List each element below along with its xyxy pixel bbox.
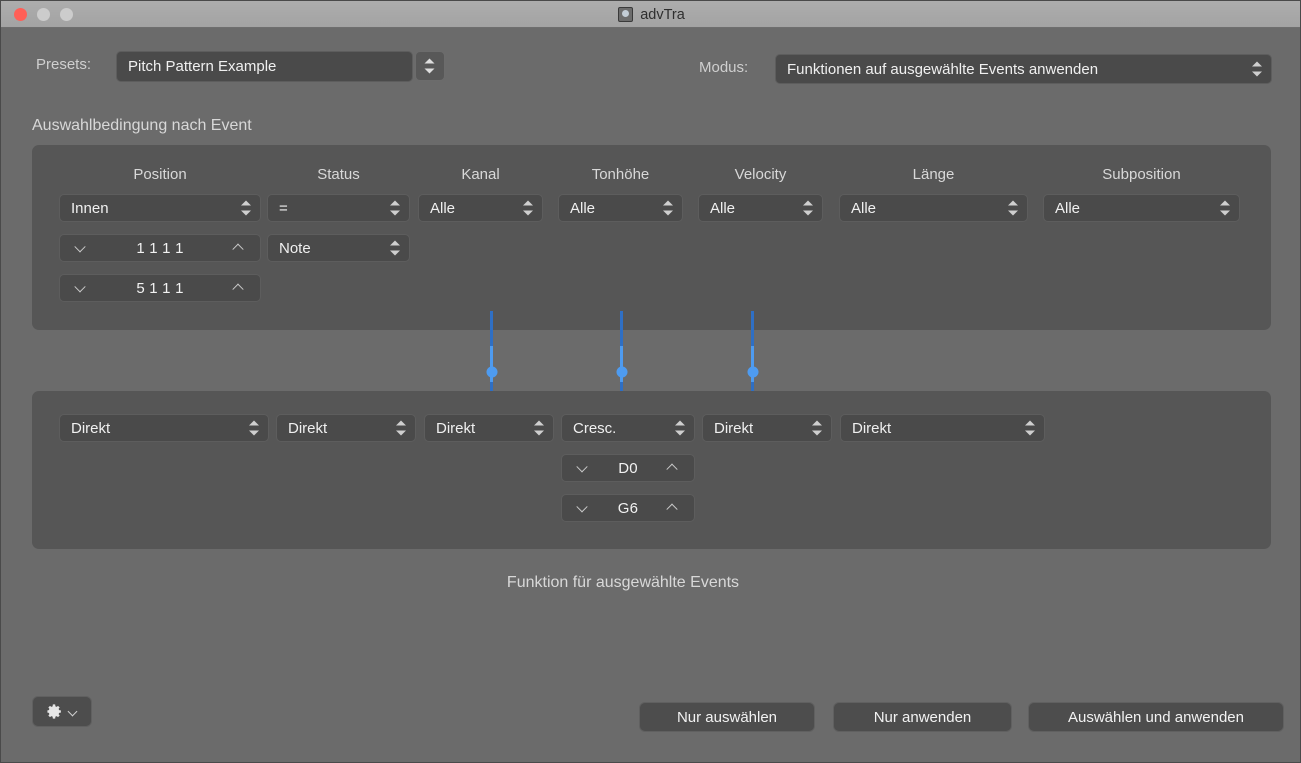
pitch-from-value: D0 (618, 459, 638, 477)
chevron-updown-icon (390, 240, 401, 257)
condition-value-tonhohe: Alle (570, 199, 596, 217)
chevron-updown-icon (663, 200, 674, 217)
select-and-apply-label: Auswählen und anwenden (1068, 708, 1244, 726)
condition-select-position[interactable]: Innen (59, 194, 261, 222)
column-header-velocity: Velocity (734, 166, 787, 183)
app-window: advTra Presets: Pitch Pattern Example Mo… (0, 0, 1301, 763)
chevron-updown-icon (1025, 420, 1036, 437)
condition-select-kanal[interactable]: Alle (418, 194, 543, 222)
condition-value-laenge: Alle (851, 199, 877, 217)
function-select-5[interactable]: Direkt (702, 414, 832, 442)
pitch-to-value: G6 (617, 499, 639, 517)
apply-only-button[interactable]: Nur anwenden (833, 702, 1012, 732)
gear-icon (47, 704, 61, 719)
condition-value-velocity: Alle (710, 199, 736, 217)
connector-knob[interactable] (616, 366, 627, 378)
function-value-5: Direkt (714, 419, 754, 437)
position-to-value: 5 1 1 1 (136, 279, 184, 297)
zoom-button[interactable] (60, 8, 73, 21)
position-from-value: 1 1 1 1 (136, 239, 184, 257)
apply-only-label: Nur anwenden (873, 708, 972, 726)
window-title-group: advTra (1, 1, 1300, 28)
chevron-down-icon[interactable] (75, 281, 87, 293)
chevron-updown-icon (812, 420, 823, 437)
minimize-button[interactable] (37, 8, 50, 21)
column-header-subposition: Subposition (1102, 166, 1181, 183)
column-header-status: Status (317, 166, 360, 183)
function-value-4: Cresc. (573, 419, 617, 437)
pitch-from-stepper[interactable]: D0 (561, 454, 695, 482)
chevron-updown-icon (675, 420, 686, 437)
function-caption: Funktion für ausgewählte Events (506, 574, 740, 591)
chevron-updown-icon (1252, 61, 1263, 78)
select-only-label: Nur auswählen (676, 708, 778, 726)
function-select-2[interactable]: Direkt (276, 414, 416, 442)
chevron-down-icon[interactable] (75, 241, 87, 253)
action-menu-button[interactable] (32, 696, 92, 727)
column-header-tonhohe: Tonhöhe (591, 166, 650, 183)
chevron-updown-icon (390, 200, 401, 217)
chevron-up-icon[interactable] (667, 503, 679, 515)
chevron-up-icon[interactable] (667, 463, 679, 475)
condition-select-laenge[interactable]: Alle (839, 194, 1028, 222)
condition-select-subposition[interactable]: Alle (1043, 194, 1240, 222)
column-header-laenge: Länge (912, 166, 955, 183)
status-event-value: Note (279, 239, 311, 257)
modus-value: Funktionen auf ausgewählte Events anwend… (787, 60, 1099, 78)
function-select-6[interactable]: Direkt (840, 414, 1045, 442)
window-title: advTra (640, 6, 685, 23)
connector-knob[interactable] (747, 366, 758, 378)
condition-heading: Auswahlbedingung nach Event (32, 117, 252, 134)
chevron-updown-icon (1008, 200, 1019, 217)
chevron-updown-icon (396, 420, 407, 437)
status-event-select[interactable]: Note (267, 234, 410, 262)
condition-value-status: = (279, 199, 288, 217)
presets-label: Presets: (36, 56, 92, 73)
chevron-updown-icon (1220, 200, 1231, 217)
window-titlebar: advTra (1, 1, 1300, 28)
chevron-up-icon[interactable] (233, 243, 245, 255)
function-value-6: Direkt (852, 419, 892, 437)
presets-select[interactable]: Pitch Pattern Example (116, 51, 413, 82)
position-to-stepper[interactable]: 5 1 1 1 (59, 274, 261, 302)
select-only-button[interactable]: Nur auswählen (639, 702, 815, 732)
chevron-down-icon (68, 707, 78, 717)
chevron-updown-icon (241, 200, 252, 217)
stepper-arrows-icon (424, 58, 436, 75)
position-from-stepper[interactable]: 1 1 1 1 (59, 234, 261, 262)
condition-value-kanal: Alle (430, 199, 456, 217)
connector-knob[interactable] (486, 366, 497, 378)
condition-select-velocity[interactable]: Alle (698, 194, 823, 222)
presets-stepper[interactable] (415, 51, 445, 81)
modus-label: Modus: (699, 59, 749, 76)
app-icon (618, 7, 634, 22)
function-value-1: Direkt (71, 419, 111, 437)
chevron-updown-icon (534, 420, 545, 437)
chevron-updown-icon (523, 200, 534, 217)
chevron-down-icon[interactable] (577, 501, 589, 513)
condition-value-subposition: Alle (1055, 199, 1081, 217)
pitch-to-stepper[interactable]: G6 (561, 494, 695, 522)
function-value-3: Direkt (436, 419, 476, 437)
select-and-apply-button[interactable]: Auswählen und anwenden (1028, 702, 1284, 732)
function-value-2: Direkt (288, 419, 328, 437)
modus-select[interactable]: Funktionen auf ausgewählte Events anwend… (775, 54, 1272, 84)
function-select-3[interactable]: Direkt (424, 414, 554, 442)
condition-select-tonhohe[interactable]: Alle (558, 194, 683, 222)
presets-value: Pitch Pattern Example (128, 58, 277, 75)
chevron-up-icon[interactable] (233, 283, 245, 295)
chevron-updown-icon (249, 420, 260, 437)
close-button[interactable] (14, 8, 27, 21)
condition-select-status[interactable]: = (267, 194, 410, 222)
function-select-1[interactable]: Direkt (59, 414, 269, 442)
chevron-down-icon[interactable] (577, 461, 589, 473)
column-header-kanal: Kanal (461, 166, 500, 183)
chevron-updown-icon (803, 200, 814, 217)
column-header-position: Position (133, 166, 187, 183)
condition-value-position: Innen (71, 199, 109, 217)
function-select-4[interactable]: Cresc. (561, 414, 695, 442)
